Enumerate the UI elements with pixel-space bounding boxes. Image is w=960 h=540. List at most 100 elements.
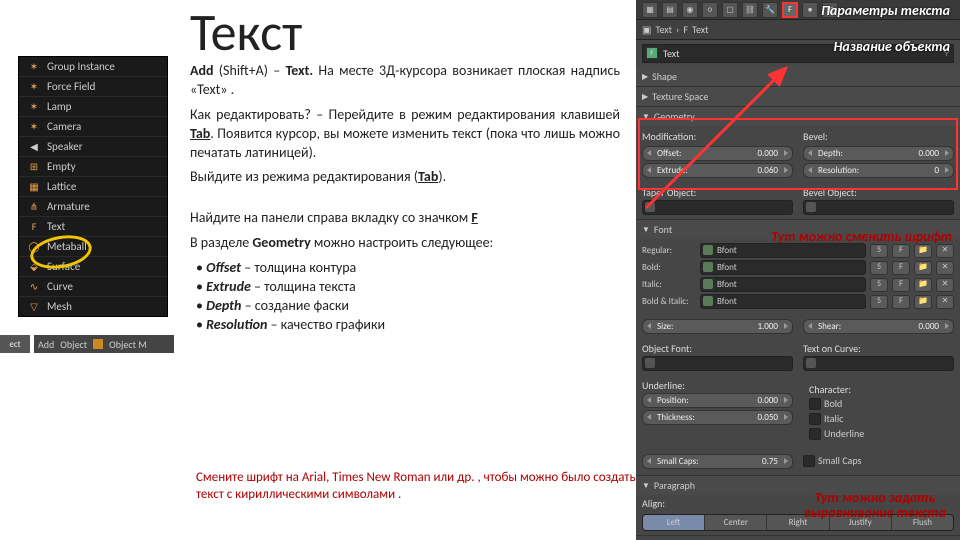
italic-check-label: Italic — [824, 412, 843, 425]
add-menu-item[interactable]: ∿ Curve — [19, 277, 167, 297]
font-bolditalic-field[interactable]: Bfont — [700, 294, 866, 309]
add-menu-item[interactable]: ✶Camera — [19, 117, 167, 137]
menu-item-label: Text — [47, 220, 65, 233]
breadcrumb-data[interactable]: Text — [692, 23, 709, 36]
objectfont-field[interactable] — [642, 356, 793, 371]
font-fake-user[interactable]: F — [892, 295, 910, 309]
bold-check-label: Bold — [824, 397, 842, 410]
modification-label: Modification: — [642, 130, 793, 143]
tab-constraints-icon[interactable]: ⛓ — [742, 2, 758, 18]
bold-checkbox[interactable] — [809, 398, 821, 410]
font-users[interactable]: 5 — [870, 261, 888, 275]
font-bold-label: Bold: — [642, 262, 696, 273]
callout-name: Название объекта — [834, 38, 950, 55]
tab-layers-icon[interactable]: ▤ — [662, 2, 678, 18]
ul-position-field[interactable]: Position:0.000 — [642, 393, 793, 408]
underline-label: Underline: — [642, 379, 793, 392]
add-menu-item[interactable]: ✶Group Instance — [19, 57, 167, 77]
callout-align: Тут можно задатьвыравнивание текста — [804, 490, 946, 521]
bevel-object-field[interactable] — [803, 200, 954, 215]
section-texture-space[interactable]: ▶Texture Space — [636, 87, 960, 106]
folder-icon[interactable]: 📁 — [914, 278, 932, 292]
section-geometry[interactable]: ▼Geometry — [636, 107, 960, 126]
size-field[interactable]: Size:1.000 — [642, 319, 793, 334]
tab-render-icon[interactable]: ▦ — [642, 2, 658, 18]
add-menu-item[interactable]: ✶Lamp — [19, 97, 167, 117]
resolution-field[interactable]: Resolution:0 — [803, 163, 954, 178]
font-fake-user[interactable]: F — [892, 261, 910, 275]
font-fake-user[interactable]: F — [892, 278, 910, 292]
underline-checkbox[interactable] — [809, 428, 821, 440]
menu-item-label: Mesh — [47, 300, 72, 313]
footer-note: Смените шрифт на Arial, Times New Roman … — [196, 470, 636, 504]
add-menu-item[interactable]: ✶Force Field — [19, 77, 167, 97]
tab-text-data-icon[interactable]: F — [782, 2, 798, 18]
body-text: Add (Shift+A) – Text. На месте 3Д-курсор… — [190, 62, 620, 335]
extrude-field[interactable]: Extrude:0.060 — [642, 163, 793, 178]
close-icon[interactable]: ✕ — [936, 244, 954, 258]
menu-item-label: Force Field — [47, 80, 95, 93]
character-label: Character: — [809, 383, 948, 396]
font-users[interactable]: 5 — [870, 278, 888, 292]
menu-item-icon: F — [27, 220, 41, 233]
depth-field[interactable]: Depth:0.000 — [803, 146, 954, 161]
mode-icon — [93, 339, 103, 349]
close-icon[interactable]: ✕ — [936, 295, 954, 309]
menu-item-icon: ⋔ — [27, 200, 41, 213]
tab-modifiers-icon[interactable]: 🔧 — [762, 2, 778, 18]
text-data-icon: F — [646, 47, 658, 59]
ul-thickness-field[interactable]: Thickness:0.050 — [642, 410, 793, 425]
align-center-button[interactable]: Center — [705, 515, 767, 530]
cube-icon: ▣ — [642, 23, 651, 36]
viewport-select-label: ect — [0, 335, 30, 353]
breadcrumb-obj[interactable]: Text — [655, 23, 672, 36]
menu-item-label: Lattice — [47, 180, 76, 193]
section-shape[interactable]: ▶Shape — [636, 67, 960, 86]
close-icon[interactable]: ✕ — [936, 261, 954, 275]
add-menu-item[interactable]: ▦Lattice — [19, 177, 167, 197]
smallcaps-field[interactable]: Small Caps:0.75 — [642, 454, 793, 469]
page-title: Текст — [190, 0, 302, 64]
smallcaps-checkbox[interactable] — [803, 455, 815, 467]
tab-scene-icon[interactable]: ◉ — [682, 2, 698, 18]
bevel-label: Bevel: — [803, 130, 954, 143]
tab-world-icon[interactable]: ○ — [702, 2, 718, 18]
tab-material-icon[interactable]: ● — [802, 2, 818, 18]
add-menu-item[interactable]: ▽ Mesh — [19, 297, 167, 316]
menu-item-icon: ∿ — [27, 280, 41, 293]
add-menu-item[interactable]: ⋔ Armature — [19, 197, 167, 217]
text-data-icon: F — [683, 23, 688, 36]
menu-item-icon: ✶ — [27, 120, 41, 133]
menu-item-label: Group Instance — [47, 60, 115, 73]
menu-item-label: Lamp — [47, 100, 71, 113]
font-italic-field[interactable]: Bfont — [700, 277, 866, 292]
font-bold-field[interactable]: Bfont — [700, 260, 866, 275]
menu-item-icon: ◀ — [27, 140, 41, 153]
add-menu-item[interactable]: ◀Speaker — [19, 137, 167, 157]
menu-item-icon: ▽ — [27, 300, 41, 313]
taper-object-field[interactable] — [642, 200, 793, 215]
font-users[interactable]: 5 — [870, 244, 888, 258]
viewport-header: Add Object Object M — [34, 335, 174, 353]
folder-icon[interactable]: 📁 — [914, 295, 932, 309]
italic-checkbox[interactable] — [809, 413, 821, 425]
offset-field[interactable]: Offset:0.000 — [642, 146, 793, 161]
close-icon[interactable]: ✕ — [936, 278, 954, 292]
datablock-breadcrumb: ▣ Text › F Text — [636, 20, 960, 40]
menu-item-label: Armature — [47, 200, 90, 213]
menu-item-label: Curve — [47, 280, 73, 293]
add-menu-btn[interactable]: Add — [38, 338, 54, 351]
font-regular-field[interactable]: Bfont — [700, 243, 866, 258]
align-left-button[interactable]: Left — [643, 515, 705, 530]
add-menu-item[interactable]: ⊞Empty — [19, 157, 167, 177]
folder-icon[interactable]: 📁 — [914, 261, 932, 275]
font-users[interactable]: 5 — [870, 295, 888, 309]
font-fake-user[interactable]: F — [892, 244, 910, 258]
object-menu-btn[interactable]: Object — [60, 338, 87, 351]
textoncurve-field[interactable] — [803, 356, 954, 371]
tab-object-icon[interactable]: ▢ — [722, 2, 738, 18]
textoncurve-label: Text on Curve: — [803, 342, 954, 355]
folder-icon[interactable]: 📁 — [914, 244, 932, 258]
add-menu-item[interactable]: F Text — [19, 217, 167, 237]
shear-field[interactable]: Shear:0.000 — [803, 319, 954, 334]
